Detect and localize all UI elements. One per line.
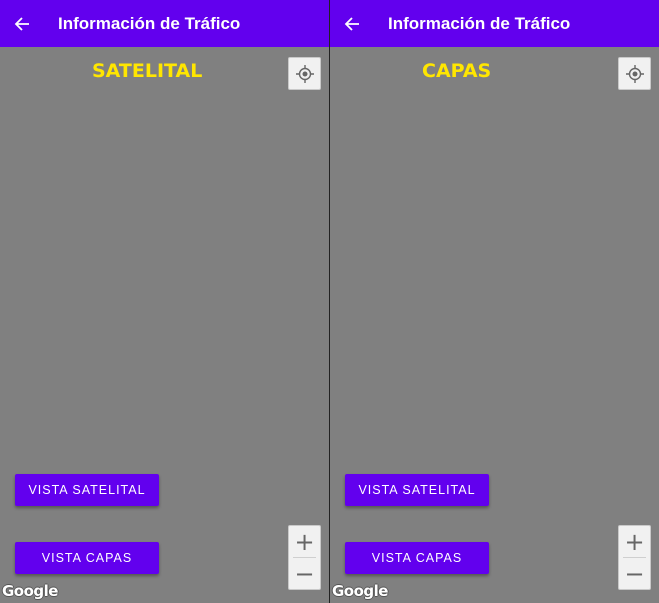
app-bar: Información de Tráfico: [330, 0, 659, 47]
back-arrow-icon: [344, 16, 359, 31]
zoom-control: + −: [288, 525, 321, 590]
back-button[interactable]: [0, 0, 44, 47]
my-location-button[interactable]: [618, 57, 651, 90]
view-label: CAPAS: [422, 60, 492, 82]
zoom-in-button[interactable]: +: [289, 526, 320, 557]
zoom-in-button[interactable]: +: [619, 526, 650, 557]
my-location-icon: [295, 64, 314, 83]
zoom-out-button[interactable]: −: [289, 558, 320, 589]
back-arrow-icon: [14, 16, 29, 31]
app-title: Información de Tráfico: [388, 13, 571, 33]
vista-satelital-button[interactable]: VISTA SATELITAL: [345, 474, 489, 506]
back-button[interactable]: [330, 0, 374, 47]
my-location-button[interactable]: [288, 57, 321, 90]
vista-satelital-button[interactable]: VISTA SATELITAL: [15, 474, 159, 506]
vista-capas-button[interactable]: VISTA CAPAS: [345, 542, 489, 574]
view-label: SATELITAL: [92, 60, 203, 82]
google-attribution: Google: [2, 582, 58, 600]
my-location-icon: [625, 64, 644, 83]
app-bar: Información de Tráfico: [0, 0, 329, 47]
zoom-control: + −: [618, 525, 651, 590]
map-screen-capas: Información de Tráfico CAPAS VISTA SATEL…: [330, 0, 659, 603]
zoom-out-button[interactable]: −: [619, 558, 650, 589]
vista-capas-button[interactable]: VISTA CAPAS: [15, 542, 159, 574]
map-screen-satelital: Información de Tráfico SATELITAL VISTA S…: [0, 0, 329, 603]
app-title: Información de Tráfico: [58, 13, 241, 33]
google-attribution: Google: [332, 582, 388, 600]
